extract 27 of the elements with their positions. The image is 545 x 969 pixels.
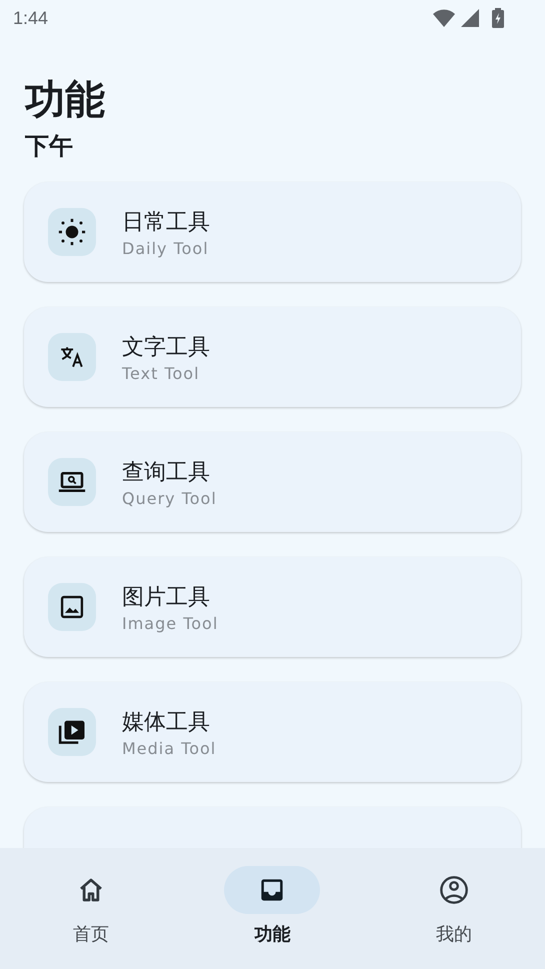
page-title: 功能 xyxy=(25,76,106,125)
tool-title: 文字工具 xyxy=(122,334,210,362)
tool-title: 媒体工具 xyxy=(122,708,211,736)
nav-tab[interactable]: 功能 xyxy=(197,866,348,969)
tool-title: 查询工具 xyxy=(122,458,211,486)
nav-tab[interactable]: 首页 xyxy=(16,866,166,969)
account-icon xyxy=(438,874,470,906)
tool-card[interactable]: 查询工具 Query Tool xyxy=(24,432,521,532)
signal-icon xyxy=(461,9,479,27)
nav-tab[interactable]: 我的 xyxy=(379,866,530,969)
tool-subtitle: Image Tool xyxy=(122,614,218,632)
tool-subtitle: Query Tool xyxy=(122,488,217,508)
tool-card[interactable]: 媒体工具 Media Tool xyxy=(24,682,521,782)
sun-icon xyxy=(57,217,87,247)
image-icon xyxy=(58,593,86,621)
tool-subtitle: Daily Tool xyxy=(122,238,210,258)
tool-title: 日常工具 xyxy=(122,208,210,236)
battery-icon xyxy=(491,8,505,28)
page-subtitle: 下午 xyxy=(25,131,74,162)
tool-subtitle: Media Tool xyxy=(122,738,216,758)
tool-card[interactable]: 日常工具 Daily Tool xyxy=(24,182,521,282)
tool-subtitle: Text Tool xyxy=(122,364,201,382)
status-time: 1:44 xyxy=(13,8,48,28)
tool-card[interactable]: 文字工具 Text Tool xyxy=(24,307,521,407)
tool-title: 图片工具 xyxy=(122,584,211,612)
tool-card[interactable]: 图片工具 Image Tool xyxy=(24,557,521,657)
wifi-icon xyxy=(433,9,455,27)
